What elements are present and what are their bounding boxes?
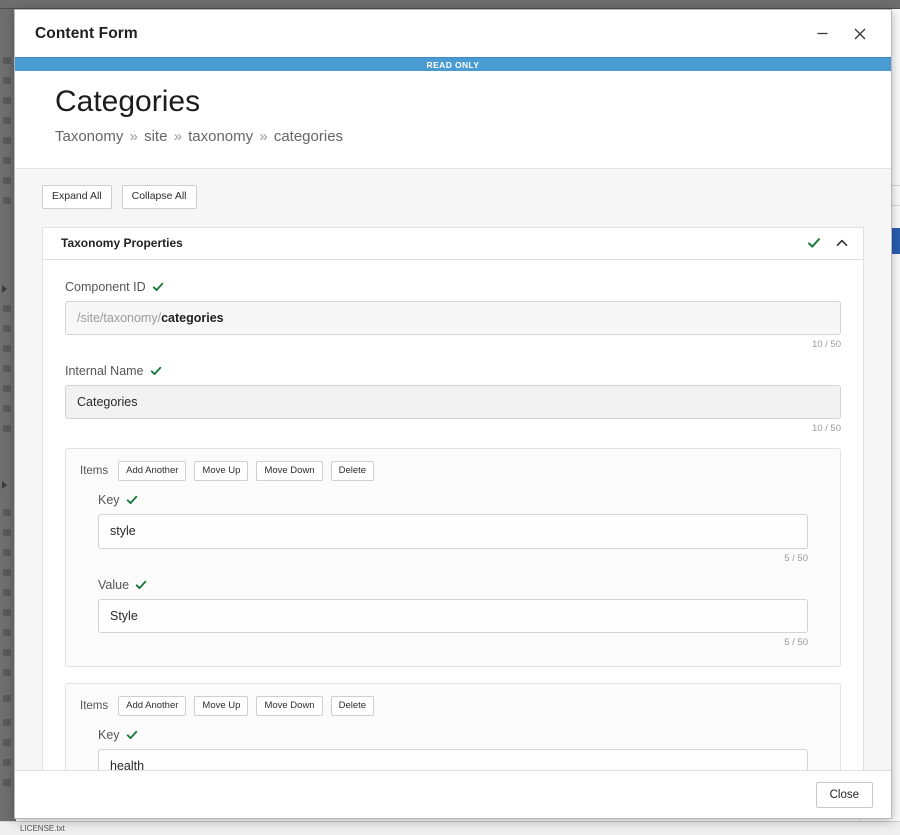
expand-collapse-toolbar: Expand All Collapse All (42, 185, 864, 209)
internal-name-counter: 10 / 50 (811, 423, 841, 435)
field-component-id: Component ID /site/taxonomy/categories (65, 280, 841, 335)
section-header-icons (807, 236, 849, 250)
component-id-input[interactable]: /site/taxonomy/categories (65, 300, 841, 335)
close-window-button[interactable] (843, 19, 877, 49)
move-down-button[interactable]: Move Down (256, 695, 323, 717)
expand-all-button[interactable]: Expand All (42, 185, 112, 209)
component-id-label: Component ID (65, 279, 146, 294)
items-group: Items Add Another Move Up Move Down Dele… (65, 448, 841, 667)
items-toolbar: Items Add Another Move Up Move Down Dele… (80, 695, 826, 717)
field-item-key: Key health (98, 728, 808, 770)
minimize-button[interactable] (805, 19, 839, 49)
section-content: Component ID /site/taxonomy/categories 1… (43, 259, 863, 770)
chevron-up-icon[interactable] (835, 236, 849, 250)
dialog-title-bar: Content Form (15, 10, 891, 57)
breadcrumb: Taxonomy » site » taxonomy » categories (55, 128, 891, 146)
item-key-label: Key (98, 493, 120, 508)
page-title: Categories (55, 85, 201, 118)
move-up-button[interactable]: Move Up (194, 695, 249, 717)
check-icon (126, 731, 137, 740)
delete-button[interactable]: Delete (330, 461, 375, 482)
dialog-title: Content Form (35, 24, 138, 42)
read-only-banner: READ ONLY (15, 57, 891, 71)
field-label-row: Value (98, 578, 808, 592)
internal-name-input[interactable]: Categories (65, 384, 841, 420)
item-key-input[interactable]: health (98, 749, 808, 770)
form-body: Expand All Collapse All Taxonomy Propert… (15, 168, 891, 770)
item-key-counter: 5 / 50 (784, 552, 808, 564)
breadcrumb-separator: » (129, 128, 138, 145)
items-label: Items (80, 465, 109, 478)
status-bar-file: LICENSE.txt (20, 824, 65, 833)
section-title: Taxonomy Properties (61, 236, 183, 251)
move-up-button[interactable]: Move Up (194, 461, 249, 482)
section-header-taxonomy-properties[interactable]: Taxonomy Properties (43, 227, 863, 260)
minimize-icon (817, 32, 827, 35)
collapse-all-button[interactable]: Collapse All (121, 185, 197, 209)
move-down-button[interactable]: Move Down (256, 461, 323, 482)
breadcrumb-item-taxonomy[interactable]: taxonomy (188, 128, 253, 145)
content-form-dialog: Content Form READ ONLY Categories Taxono… (14, 9, 892, 819)
window-controls (805, 19, 877, 49)
component-id-counter: 10 / 50 (811, 338, 841, 350)
item-key-input[interactable]: style (98, 514, 808, 549)
close-button[interactable]: Close (815, 781, 873, 808)
check-icon (808, 238, 820, 248)
item-value-label: Value (98, 577, 130, 592)
field-item-key: Key style (98, 493, 808, 549)
delete-button[interactable]: Delete (330, 695, 375, 717)
field-item-value: Value Style (98, 578, 808, 633)
field-internal-name: Internal Name Categories (65, 364, 841, 420)
taxonomy-properties-accordion: Taxonomy Properties Component ID /site/t… (42, 226, 864, 770)
items-fields: Key health 6 / 50 Value (80, 728, 826, 770)
breadcrumb-separator: » (259, 128, 268, 145)
item-value-counter: 5 / 50 (784, 636, 808, 648)
check-icon (126, 496, 137, 505)
page-header: Categories Taxonomy » site » taxonomy » … (15, 71, 891, 168)
dialog-footer: Close (15, 770, 891, 818)
field-label-row: Key (98, 493, 808, 507)
item-value-input[interactable]: Style (98, 598, 808, 633)
check-icon (150, 366, 161, 375)
add-another-button[interactable]: Add Another (118, 695, 187, 717)
item-key-label: Key (98, 728, 120, 743)
breadcrumb-separator: » (173, 128, 182, 145)
component-id-value: categories (161, 310, 224, 325)
add-another-button[interactable]: Add Another (118, 461, 187, 482)
background-toolbar (0, 0, 900, 9)
breadcrumb-item-site[interactable]: site (144, 128, 167, 145)
items-group: Items Add Another Move Up Move Down Dele… (65, 682, 841, 770)
breadcrumb-root: Taxonomy (55, 128, 124, 145)
background-status-bar: LICENSE.txt (0, 821, 900, 835)
items-fields: Key style 5 / 50 Value Style 5 / 50 (80, 493, 826, 648)
field-label-row: Key (98, 728, 808, 742)
field-label-row: Internal Name (65, 364, 841, 378)
items-label: Items (80, 700, 109, 713)
internal-name-label: Internal Name (65, 363, 144, 378)
items-toolbar: Items Add Another Move Up Move Down Dele… (80, 461, 826, 482)
breadcrumb-item-categories[interactable]: categories (274, 128, 343, 145)
check-icon (152, 282, 163, 291)
check-icon (135, 580, 147, 589)
component-id-prefix: /site/taxonomy/ (77, 310, 162, 325)
close-icon (854, 28, 866, 39)
field-label-row: Component ID (65, 280, 841, 294)
